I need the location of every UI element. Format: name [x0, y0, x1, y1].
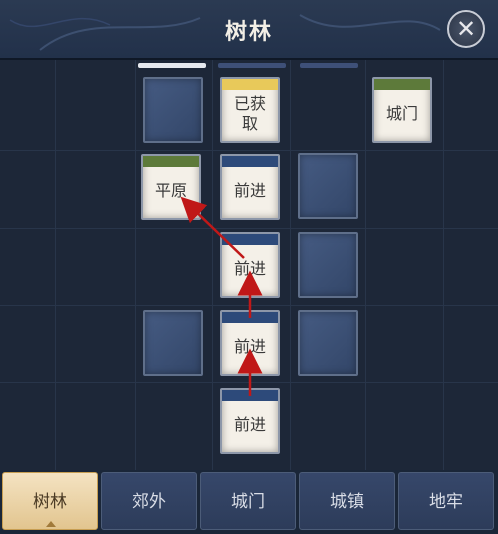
title-bar: 树林 ✕ — [0, 0, 498, 60]
tab-label: 地牢 — [429, 492, 463, 512]
tab-city-gate[interactable]: 城门 — [200, 472, 296, 530]
route-arrows — [180, 196, 263, 396]
close-icon: ✕ — [455, 15, 477, 43]
tab-label: 郊外 — [132, 492, 166, 512]
route-arrow — [180, 196, 245, 259]
tab-label: 树林 — [33, 492, 67, 512]
active-indicator-icon — [46, 521, 56, 527]
tab-forest[interactable]: 树林 — [2, 472, 98, 530]
tab-outskirts[interactable]: 郊外 — [101, 472, 197, 530]
page-title: 树林 — [224, 19, 273, 45]
tab-label: 城门 — [231, 492, 265, 512]
area-tab-bar: 树林 郊外 城门 城镇 地牢 — [0, 470, 498, 534]
tab-town[interactable]: 城镇 — [299, 472, 395, 530]
tab-label: 城镇 — [330, 492, 364, 512]
close-button[interactable]: ✕ — [447, 10, 485, 48]
map-board: 已获取 城门 平原 前进 前进 前进 前进 — [0, 60, 498, 470]
tab-dungeon[interactable]: 地牢 — [398, 472, 494, 530]
